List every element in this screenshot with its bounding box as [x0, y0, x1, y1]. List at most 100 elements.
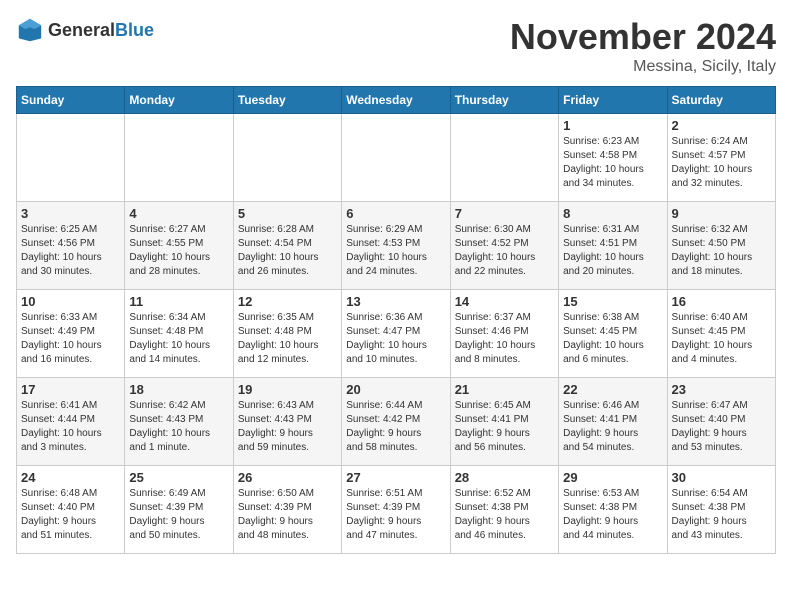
day-number: 25: [129, 470, 228, 485]
day-number: 8: [563, 206, 662, 221]
day-number: 16: [672, 294, 771, 309]
day-number: 5: [238, 206, 337, 221]
calendar-cell: [17, 114, 125, 202]
calendar-header: November 2024 Messina, Sicily, Italy: [510, 16, 776, 76]
cell-info: Sunrise: 6:47 AMSunset: 4:40 PMDaylight:…: [672, 399, 771, 455]
calendar-header-row: SundayMondayTuesdayWednesdayThursdayFrid…: [17, 87, 776, 114]
day-number: 17: [21, 382, 120, 397]
calendar-cell: 4Sunrise: 6:27 AMSunset: 4:55 PMDaylight…: [125, 202, 233, 290]
day-number: 18: [129, 382, 228, 397]
calendar-cell: 16 Sunrise: 6:40 AMSunset: 4:45 PMDayligh…: [667, 290, 775, 378]
cell-info: Sunrise: 6:45 AMSunset: 4:41 PMDaylight:…: [455, 399, 554, 455]
cell-info: Sunrise: 6:31 AMSunset: 4:51 PMDaylight:…: [563, 223, 662, 279]
calendar-cell: 21Sunrise: 6:45 AMSunset: 4:41 PMDayligh…: [450, 378, 558, 466]
day-number: 22: [563, 382, 662, 397]
day-number: 9: [672, 206, 771, 221]
cell-info: Sunrise: 6:32 AMSunset: 4:50 PMDaylight:…: [672, 223, 771, 279]
calendar-cell: 23 Sunrise: 6:47 AMSunset: 4:40 PMDayligh…: [667, 378, 775, 466]
day-number: 29: [563, 470, 662, 485]
cell-info: Sunrise: 6:29 AMSunset: 4:53 PMDaylight:…: [346, 223, 445, 279]
day-header-friday: Friday: [559, 87, 667, 114]
day-number: 11: [129, 294, 228, 309]
cell-info: Sunrise: 6:44 AMSunset: 4:42 PMDaylight:…: [346, 399, 445, 455]
calendar-cell: 18 Sunrise: 6:42 AMSunset: 4:43 PMDayligh…: [125, 378, 233, 466]
day-number: 13: [346, 294, 445, 309]
calendar-cell: 2 Sunrise: 6:24 AMSunset: 4:57 PMDaylight…: [667, 114, 775, 202]
day-number: 10: [21, 294, 120, 309]
logo-blue: Blue: [115, 20, 154, 40]
cell-info: Sunrise: 6:48 AMSunset: 4:40 PMDaylight:…: [21, 487, 120, 543]
calendar-cell: 8 Sunrise: 6:31 AMSunset: 4:51 PMDaylight…: [559, 202, 667, 290]
logo: GeneralBlue: [16, 16, 154, 44]
day-number: 23: [672, 382, 771, 397]
calendar-cell: 25Sunrise: 6:49 AMSunset: 4:39 PMDayligh…: [125, 466, 233, 554]
logo-icon: [16, 16, 44, 44]
calendar-cell: 3Sunrise: 6:25 AMSunset: 4:56 PMDaylight…: [17, 202, 125, 290]
cell-info: Sunrise: 6:43 AMSunset: 4:43 PMDaylight:…: [238, 399, 337, 455]
calendar-cell: 22Sunrise: 6:46 AMSunset: 4:41 PMDayligh…: [559, 378, 667, 466]
calendar-title: November 2024: [510, 16, 776, 58]
day-number: 15: [563, 294, 662, 309]
cell-info: Sunrise: 6:37 AMSunset: 4:46 PMDaylight:…: [455, 311, 554, 367]
cell-info: Sunrise: 6:40 AMSunset: 4:45 PMDaylight:…: [672, 311, 771, 367]
day-number: 14: [455, 294, 554, 309]
cell-info: Sunrise: 6:33 AMSunset: 4:49 PMDaylight:…: [21, 311, 120, 367]
calendar-cell: 19 Sunrise: 6:43 AMSunset: 4:43 PMDayligh…: [233, 378, 341, 466]
cell-info: Sunrise: 6:54 AMSunset: 4:38 PMDaylight:…: [672, 487, 771, 543]
cell-info: Sunrise: 6:35 AMSunset: 4:48 PMDaylight:…: [238, 311, 337, 367]
day-number: 24: [21, 470, 120, 485]
cell-info: Sunrise: 6:42 AMSunset: 4:43 PMDaylight:…: [129, 399, 228, 455]
cell-info: Sunrise: 6:41 AMSunset: 4:44 PMDaylight:…: [21, 399, 120, 455]
cell-info: Sunrise: 6:25 AMSunset: 4:56 PMDaylight:…: [21, 223, 120, 279]
calendar-cell: 20 Sunrise: 6:44 AMSunset: 4:42 PMDayligh…: [342, 378, 450, 466]
day-header-sunday: Sunday: [17, 87, 125, 114]
day-number: 6: [346, 206, 445, 221]
calendar-cell: 1 Sunrise: 6:23 AMSunset: 4:58 PMDaylight…: [559, 114, 667, 202]
calendar-cell: 5 Sunrise: 6:28 AMSunset: 4:54 PMDaylight…: [233, 202, 341, 290]
day-number: 30: [672, 470, 771, 485]
day-number: 4: [129, 206, 228, 221]
calendar-cell: 29Sunrise: 6:53 AMSunset: 4:38 PMDayligh…: [559, 466, 667, 554]
day-number: 2: [672, 118, 771, 133]
calendar-cell: 13 Sunrise: 6:36 AMSunset: 4:47 PMDayligh…: [342, 290, 450, 378]
calendar-cell: [450, 114, 558, 202]
calendar-cell: 6 Sunrise: 6:29 AMSunset: 4:53 PMDaylight…: [342, 202, 450, 290]
calendar-cell: 24 Sunrise: 6:48 AMSunset: 4:40 PMDayligh…: [17, 466, 125, 554]
day-number: 12: [238, 294, 337, 309]
cell-info: Sunrise: 6:30 AMSunset: 4:52 PMDaylight:…: [455, 223, 554, 279]
calendar-cell: 9 Sunrise: 6:32 AMSunset: 4:50 PMDaylight…: [667, 202, 775, 290]
page-header: GeneralBlue November 2024 Messina, Sicil…: [16, 16, 776, 76]
cell-info: Sunrise: 6:52 AMSunset: 4:38 PMDaylight:…: [455, 487, 554, 543]
logo-text: GeneralBlue: [48, 20, 154, 41]
cell-info: Sunrise: 6:38 AMSunset: 4:45 PMDaylight:…: [563, 311, 662, 367]
day-number: 20: [346, 382, 445, 397]
day-number: 1: [563, 118, 662, 133]
day-header-wednesday: Wednesday: [342, 87, 450, 114]
calendar-cell: 27Sunrise: 6:51 AMSunset: 4:39 PMDayligh…: [342, 466, 450, 554]
calendar-cell: 15 Sunrise: 6:38 AMSunset: 4:45 PMDayligh…: [559, 290, 667, 378]
calendar-cell: 11 Sunrise: 6:34 AMSunset: 4:48 PMDayligh…: [125, 290, 233, 378]
day-number: 19: [238, 382, 337, 397]
day-header-thursday: Thursday: [450, 87, 558, 114]
calendar-table: SundayMondayTuesdayWednesdayThursdayFrid…: [16, 86, 776, 554]
cell-info: Sunrise: 6:28 AMSunset: 4:54 PMDaylight:…: [238, 223, 337, 279]
calendar-cell: [125, 114, 233, 202]
calendar-cell: 30 Sunrise: 6:54 AMSunset: 4:38 PMDayligh…: [667, 466, 775, 554]
logo-general: General: [48, 20, 115, 40]
cell-info: Sunrise: 6:23 AMSunset: 4:58 PMDaylight:…: [563, 135, 662, 191]
cell-info: Sunrise: 6:36 AMSunset: 4:47 PMDaylight:…: [346, 311, 445, 367]
calendar-cell: 7Sunrise: 6:30 AMSunset: 4:52 PMDaylight…: [450, 202, 558, 290]
cell-info: Sunrise: 6:24 AMSunset: 4:57 PMDaylight:…: [672, 135, 771, 191]
calendar-cell: 14 Sunrise: 6:37 AMSunset: 4:46 PMDayligh…: [450, 290, 558, 378]
day-header-monday: Monday: [125, 87, 233, 114]
cell-info: Sunrise: 6:34 AMSunset: 4:48 PMDaylight:…: [129, 311, 228, 367]
cell-info: Sunrise: 6:50 AMSunset: 4:39 PMDaylight:…: [238, 487, 337, 543]
day-header-tuesday: Tuesday: [233, 87, 341, 114]
calendar-cell: 28Sunrise: 6:52 AMSunset: 4:38 PMDayligh…: [450, 466, 558, 554]
calendar-cell: 12 Sunrise: 6:35 AMSunset: 4:48 PMDayligh…: [233, 290, 341, 378]
calendar-subtitle: Messina, Sicily, Italy: [510, 58, 776, 76]
day-number: 27: [346, 470, 445, 485]
calendar-cell: [233, 114, 341, 202]
calendar-cell: 10 Sunrise: 6:33 AMSunset: 4:49 PMDayligh…: [17, 290, 125, 378]
day-number: 26: [238, 470, 337, 485]
